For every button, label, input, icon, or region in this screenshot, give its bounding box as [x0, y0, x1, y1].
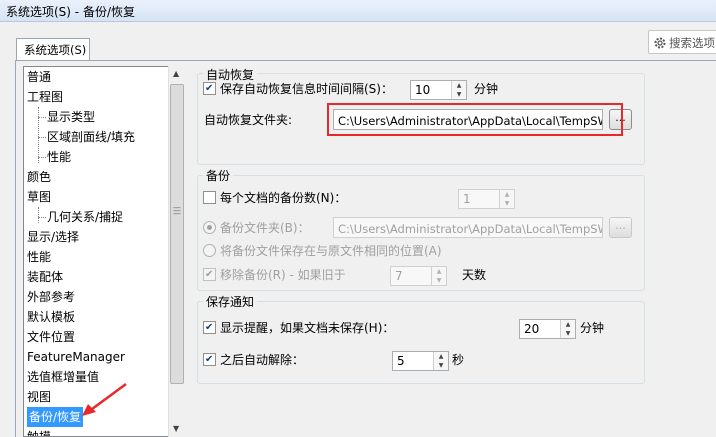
- backup-browse-button[interactable]: ...: [609, 217, 632, 238]
- spin-up-icon[interactable]: ▲: [452, 81, 466, 90]
- tree-connector: [38, 137, 46, 138]
- save-interval-stepper[interactable]: 10 ▲ ▼: [410, 80, 467, 100]
- remove-backup-row: 移除备份(R) - 如果旧于: [203, 265, 346, 285]
- auto-dismiss-stepper[interactable]: 5 ▲ ▼: [392, 351, 449, 371]
- tree-connector: [38, 217, 46, 218]
- tree-item-sketch[interactable]: 草图: [27, 187, 51, 207]
- show-reminder-value: 20: [524, 322, 540, 336]
- tab-strip: 系统选项(S) 搜索选项: [0, 22, 716, 62]
- show-reminder-unit: 分钟: [580, 321, 605, 335]
- tree-item-display-style[interactable]: 显示类型: [47, 107, 95, 127]
- spin-down-icon[interactable]: ▼: [452, 90, 466, 99]
- window-title: 系统选项(S) - 备份/恢复: [0, 0, 716, 22]
- tree-item-relations-snaps[interactable]: 几何关系/捕捉: [47, 207, 123, 227]
- backup-folder-input[interactable]: C:\Users\Administrator\AppData\Local\Tem…: [333, 217, 603, 238]
- tree-item-area-hatch[interactable]: 区域剖面线/填充: [47, 127, 135, 147]
- save-interval-label: 保存自动恢复信息时间间隔(S)：: [220, 82, 393, 96]
- same-location-row: 将备份文件保存在与原文件相同的位置(A): [203, 241, 442, 261]
- tree-item-file-locations[interactable]: 文件位置: [27, 327, 75, 347]
- grip-icon: — — —: [173, 203, 181, 218]
- save-interval-checkbox[interactable]: [203, 82, 216, 95]
- remove-backup-unit: 天数: [462, 268, 487, 282]
- auto-dismiss-checkbox[interactable]: [203, 353, 216, 366]
- spin-down-icon[interactable]: ▼: [561, 329, 575, 338]
- tree-item-featuremanager[interactable]: FeatureManager: [27, 347, 125, 367]
- tree-item-assemblies[interactable]: 装配体: [27, 267, 63, 287]
- backup-folder-row: 备份文件夹(B)：: [203, 218, 310, 238]
- save-interval-unit: 分钟: [474, 82, 499, 96]
- show-reminder-row: 显示提醒，如果文档未保存(H)：: [203, 318, 394, 338]
- tree-item-touch[interactable]: 触摸: [27, 427, 51, 436]
- remove-backup-stepper[interactable]: 7 ▲ ▼: [390, 266, 447, 286]
- tree-item-backup-recover[interactable]: 备份/恢复: [27, 407, 84, 427]
- tree-item-general[interactable]: 普通: [27, 67, 51, 87]
- tree-connector: [38, 117, 46, 118]
- backup-title: 备份: [203, 167, 234, 184]
- backup-copies-checkbox[interactable]: [203, 191, 216, 204]
- spin-up-icon[interactable]: ▲: [561, 320, 575, 329]
- auto-dismiss-row: 之后自动解除：: [203, 350, 304, 370]
- save-interval-row: 保存自动恢复信息时间间隔(S)：: [203, 79, 393, 99]
- tree-item-default-templates[interactable]: 默认模板: [27, 307, 75, 327]
- search-placeholder: 搜索选项: [669, 36, 715, 50]
- gear-icon: [654, 37, 666, 49]
- remove-backup-checkbox[interactable]: [203, 268, 216, 281]
- show-reminder-checkbox[interactable]: [203, 321, 216, 334]
- tab-system-options[interactable]: 系统选项(S): [16, 38, 90, 60]
- save-interval-value: 10: [415, 83, 431, 97]
- show-reminder-label: 显示提醒，如果文档未保存(H)：: [220, 321, 395, 335]
- search-input[interactable]: 搜索选项: [648, 30, 716, 54]
- red-arrow-icon: [82, 382, 127, 416]
- same-location-label: 将备份文件保存在与原文件相同的位置(A): [220, 244, 442, 258]
- tree-item-drawings[interactable]: 工程图: [27, 87, 63, 107]
- backup-copies-label: 每个文档的备份数(N)：: [220, 191, 347, 205]
- scrollbar-thumb[interactable]: [170, 84, 184, 384]
- spin-down-icon[interactable]: ▼: [432, 276, 446, 285]
- tree-scrollbar[interactable]: ▲ — — — ▼: [168, 66, 185, 437]
- tree-item-display-selection[interactable]: 显示/选择: [27, 227, 79, 247]
- tree-connector: [38, 207, 39, 223]
- save-notify-group: [197, 301, 645, 384]
- tree-connector: [38, 107, 39, 163]
- backup-copies-value: 1: [463, 192, 471, 206]
- backup-copies-stepper[interactable]: 1 ▲ ▼: [458, 189, 515, 209]
- highlight-box: [327, 103, 623, 136]
- spin-down-icon[interactable]: ▼: [434, 361, 448, 370]
- scroll-down-icon[interactable]: ▼: [173, 424, 179, 433]
- tree-item-drawing-performance[interactable]: 性能: [47, 147, 71, 167]
- backup-copies-row: 每个文档的备份数(N)：: [203, 188, 346, 208]
- scroll-up-icon[interactable]: ▲: [173, 69, 179, 78]
- spin-up-icon[interactable]: ▲: [434, 352, 448, 361]
- show-reminder-stepper[interactable]: 20 ▲ ▼: [519, 319, 576, 339]
- spin-up-icon[interactable]: ▲: [500, 190, 514, 199]
- tree-connector: [38, 157, 46, 158]
- save-notify-title: 保存通知: [203, 293, 258, 310]
- same-location-radio[interactable]: [203, 244, 216, 257]
- tree-item-performance[interactable]: 性能: [27, 247, 51, 267]
- auto-dismiss-label: 之后自动解除：: [220, 353, 305, 367]
- remove-backup-value: 7: [395, 269, 403, 283]
- auto-dismiss-unit: 秒: [452, 353, 465, 367]
- auto-recover-folder-label: 自动恢复文件夹:: [204, 113, 293, 127]
- tree-item-view[interactable]: 视图: [27, 387, 51, 407]
- tree-item-external-references[interactable]: 外部参考: [27, 287, 75, 307]
- backup-folder-radio[interactable]: [203, 221, 216, 234]
- backup-folder-label: 备份文件夹(B)：: [220, 221, 310, 235]
- remove-backup-label: 移除备份(R) - 如果旧于: [220, 268, 346, 282]
- auto-dismiss-value: 5: [397, 354, 405, 368]
- spin-up-icon[interactable]: ▲: [432, 267, 446, 276]
- tree-item-colors[interactable]: 颜色: [27, 167, 51, 187]
- spin-down-icon[interactable]: ▼: [500, 199, 514, 208]
